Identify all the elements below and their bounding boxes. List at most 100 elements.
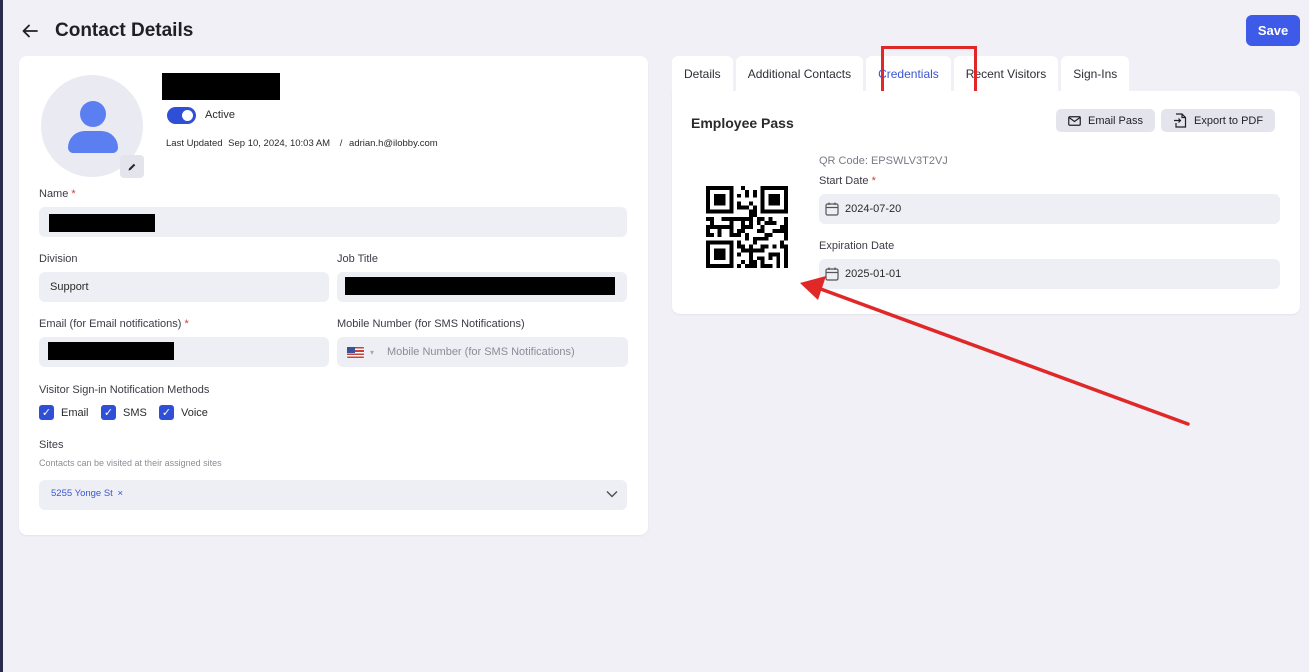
qr-module xyxy=(768,256,773,261)
email-input[interactable] xyxy=(39,337,329,367)
qr-module xyxy=(776,256,781,261)
email-checkbox-row[interactable]: ✓ Email xyxy=(39,405,89,420)
credentials-card: Employee Pass Email Pass Export to PDF Q… xyxy=(672,91,1300,314)
qr-module xyxy=(760,189,765,194)
tab-sign-ins[interactable]: Sign-Ins xyxy=(1061,56,1130,91)
qr-module xyxy=(784,248,788,253)
qr-module xyxy=(752,189,757,194)
qr-module xyxy=(776,197,781,202)
qr-module xyxy=(772,193,777,198)
qr-module xyxy=(776,264,781,268)
page-title: Contact Details xyxy=(55,20,194,41)
last-updated-label: Last Updated xyxy=(166,138,223,149)
qr-module xyxy=(709,232,714,237)
qr-module xyxy=(729,205,734,210)
qr-module xyxy=(729,189,734,194)
qr-module xyxy=(745,264,749,268)
qr-module xyxy=(776,193,781,198)
division-input[interactable]: Support xyxy=(39,272,329,302)
qr-module xyxy=(729,256,734,261)
qr-module xyxy=(760,264,765,268)
sms-checkbox-row[interactable]: ✓ SMS xyxy=(101,405,147,420)
qr-module xyxy=(721,248,726,253)
qr-module xyxy=(737,193,742,198)
voice-checkbox-row[interactable]: ✓ Voice xyxy=(159,405,208,420)
qr-module xyxy=(741,248,746,253)
back-arrow-icon[interactable] xyxy=(20,20,40,42)
mobile-input[interactable]: ▾ Mobile Number (for SMS Notifications) xyxy=(337,337,628,367)
qr-module xyxy=(729,193,734,198)
qr-module xyxy=(784,232,788,237)
qr-module xyxy=(741,225,746,229)
qr-module xyxy=(764,264,769,268)
qr-module xyxy=(741,217,746,222)
qr-module xyxy=(772,252,777,257)
qr-module xyxy=(784,244,788,249)
edit-avatar-button[interactable] xyxy=(120,155,144,178)
sms-checkbox-label: SMS xyxy=(123,406,147,419)
division-label: Division xyxy=(39,253,78,265)
qr-module xyxy=(760,217,765,222)
qr-module xyxy=(717,197,722,202)
qr-module xyxy=(745,189,749,194)
save-button[interactable]: Save xyxy=(1246,15,1300,46)
qr-module xyxy=(706,217,710,222)
expiration-date-input[interactable]: 2025-01-01 xyxy=(819,259,1280,289)
name-input[interactable] xyxy=(39,207,627,237)
qr-module xyxy=(729,232,734,237)
qr-module xyxy=(709,264,714,268)
app-left-rail xyxy=(0,0,3,672)
qr-module xyxy=(745,193,749,198)
country-chevron-icon[interactable]: ▾ xyxy=(370,348,374,357)
qr-module xyxy=(706,244,710,249)
qr-module xyxy=(717,232,722,237)
qr-module xyxy=(737,240,742,245)
qr-module xyxy=(709,217,714,222)
qr-module xyxy=(729,228,734,233)
qr-module xyxy=(725,225,730,229)
qr-module xyxy=(748,217,753,222)
qr-module xyxy=(713,252,718,257)
qr-module xyxy=(768,252,773,257)
qr-module xyxy=(760,228,765,233)
chevron-down-icon[interactable] xyxy=(605,487,619,501)
qr-module xyxy=(784,225,788,229)
qr-module xyxy=(760,236,765,241)
qr-module xyxy=(721,193,726,198)
email-checkbox[interactable]: ✓ xyxy=(39,405,54,420)
job-title-input[interactable] xyxy=(337,272,627,302)
qr-module xyxy=(737,264,742,268)
start-date-input[interactable]: 2024-07-20 xyxy=(819,194,1280,224)
tab-details[interactable]: Details xyxy=(672,56,733,91)
email-pass-button[interactable]: Email Pass xyxy=(1056,109,1156,132)
qr-module xyxy=(725,217,730,222)
qr-module xyxy=(706,201,710,206)
sites-select[interactable]: 5255 Yonge St × xyxy=(39,480,627,510)
qr-module xyxy=(772,197,777,202)
qr-module xyxy=(737,244,742,249)
division-value: Support xyxy=(50,281,89,293)
qr-module xyxy=(729,186,734,190)
qr-module xyxy=(772,201,777,206)
qr-module xyxy=(713,186,718,190)
site-chip-remove-icon[interactable]: × xyxy=(117,488,123,499)
name-label-text: Name xyxy=(39,188,69,200)
voice-checkbox[interactable]: ✓ xyxy=(159,405,174,420)
qr-module xyxy=(748,252,753,257)
sms-checkbox[interactable]: ✓ xyxy=(101,405,116,420)
export-pdf-button[interactable]: Export to PDF xyxy=(1161,109,1276,132)
qr-module xyxy=(721,256,726,261)
qr-module xyxy=(733,232,738,237)
tab-additional-contacts[interactable]: Additional Contacts xyxy=(735,56,864,91)
name-label: Name * xyxy=(39,188,76,200)
qr-module xyxy=(729,217,734,222)
qr-module xyxy=(717,248,722,253)
active-toggle[interactable] xyxy=(167,107,196,124)
qr-module xyxy=(706,209,710,214)
us-flag-icon[interactable] xyxy=(347,346,364,358)
qr-module xyxy=(768,193,773,198)
last-updated-value: Sep 10, 2024, 10:03 AM xyxy=(228,138,331,149)
qr-module xyxy=(741,205,746,210)
qr-module xyxy=(745,205,749,210)
qr-module xyxy=(784,264,788,268)
